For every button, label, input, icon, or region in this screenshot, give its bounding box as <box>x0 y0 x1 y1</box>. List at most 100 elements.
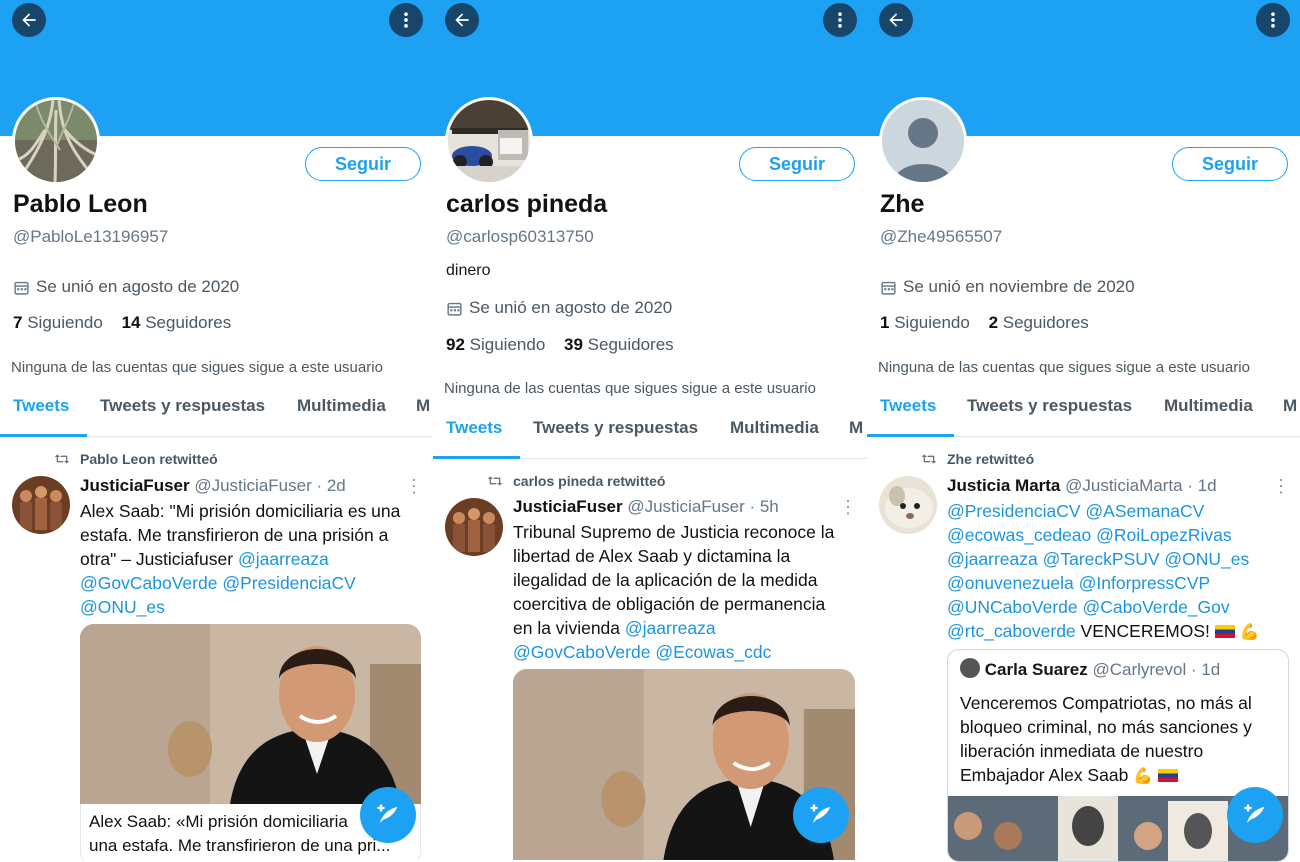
retweet-icon <box>487 476 503 486</box>
tweet-author-avatar[interactable] <box>445 498 503 556</box>
tweet-more-icon[interactable]: ⋮ <box>839 497 857 518</box>
mention-link[interactable]: @GovCaboVerde <box>80 573 217 593</box>
mention-line[interactable]: @PresidenciaCV @ASemanaCV <box>947 499 1260 523</box>
tweet-header: JusticiaFuser @JusticiaFuser · 5h <box>513 497 779 517</box>
back-button[interactable] <box>445 3 479 37</box>
profile-tabs: Tweets Tweets y respuestas Multimedia M <box>433 418 867 459</box>
tweet-author[interactable]: JusticiaFuser <box>80 476 190 495</box>
avatar[interactable] <box>12 97 100 185</box>
tweet-header: JusticiaFuser @JusticiaFuser · 2d <box>80 476 346 496</box>
venezuela-flag-icon <box>1157 769 1178 782</box>
retweet-label: carlos pineda retwitteó <box>487 473 665 489</box>
avatar[interactable] <box>445 97 533 185</box>
tab-likes[interactable]: M <box>1283 396 1297 416</box>
profile-panel-pablo-leon: Seguir Pablo Leon @PabloLe13196957 Se un… <box>0 0 433 860</box>
followers-label: Seguidores <box>587 335 674 354</box>
tab-likes[interactable]: M <box>849 418 863 438</box>
tab-tweets[interactable]: Tweets <box>446 418 502 438</box>
joined-text: Se unió en agosto de 2020 <box>36 277 240 296</box>
tab-media[interactable]: Multimedia <box>730 418 819 438</box>
mention-link[interactable]: @GovCaboVerde <box>513 642 650 662</box>
mention-link[interactable]: @Ecowas_cdc <box>655 642 771 662</box>
following-link[interactable]: 92 Siguiendo <box>446 335 545 354</box>
tab-tweets-and-replies[interactable]: Tweets y respuestas <box>533 418 698 438</box>
mention-line[interactable]: @onuvenezuela @InforpressCVP <box>947 571 1260 595</box>
back-arrow-icon <box>455 13 469 27</box>
retweet-label-text: Pablo Leon retwitteó <box>80 451 218 467</box>
default-avatar-icon <box>882 100 964 182</box>
tweet-line: otra" – Justiciafuser <box>80 549 234 569</box>
tab-likes[interactable]: M <box>416 396 430 416</box>
tab-tweets[interactable]: Tweets <box>880 396 936 416</box>
tab-tweets[interactable]: Tweets <box>13 396 69 416</box>
quoted-line: Embajador Alex Saab <box>960 765 1129 785</box>
calendar-icon <box>14 281 29 295</box>
tweet-author-avatar[interactable] <box>12 476 70 534</box>
tab-tweets-and-replies[interactable]: Tweets y respuestas <box>100 396 265 416</box>
followers-link[interactable]: 39 Seguidores <box>564 335 674 354</box>
tweet-line: estafa. Me transfirieron de una prisión … <box>80 525 389 545</box>
compose-tweet-button[interactable] <box>793 787 849 843</box>
follow-button[interactable]: Seguir <box>739 147 855 181</box>
compose-tweet-button[interactable] <box>1227 787 1283 843</box>
more-options-button[interactable] <box>1256 3 1290 37</box>
tab-media[interactable]: Multimedia <box>1164 396 1253 416</box>
tweet-media-image[interactable] <box>80 624 421 804</box>
mention-link[interactable]: @ONU_es <box>80 597 165 617</box>
venezuela-flag-icon <box>1214 625 1235 638</box>
profile-panel-carlos-pineda: Seguir carlos pineda @carlosp60313750 di… <box>433 0 867 860</box>
tweet-author-avatar[interactable] <box>879 476 937 534</box>
tab-tweets-and-replies[interactable]: Tweets y respuestas <box>967 396 1132 416</box>
tweet-more-icon[interactable]: ⋮ <box>1272 476 1290 497</box>
follow-button[interactable]: Seguir <box>305 147 421 181</box>
tweet-more-icon[interactable]: ⋮ <box>405 476 423 497</box>
compose-tweet-button[interactable] <box>360 787 416 843</box>
back-button[interactable] <box>12 3 46 37</box>
tab-media[interactable]: Multimedia <box>297 396 386 416</box>
tweet-line: Alex Saab: "Mi prisión domiciliaria es u… <box>80 501 401 521</box>
mention-line[interactable]: @ecowas_cedeao @RoiLopezRivas <box>947 523 1260 547</box>
retweet-label: Pablo Leon retwitteó <box>54 451 218 467</box>
followers-link[interactable]: 2 Seguidores <box>989 313 1089 332</box>
tweet-author[interactable]: JusticiaFuser <box>513 497 623 516</box>
joined-text: Se unió en agosto de 2020 <box>469 298 673 317</box>
mention-line[interactable]: @UNCaboVerde @CaboVerde_Gov <box>947 595 1260 619</box>
calendar-icon <box>447 302 462 316</box>
compose-tweet-icon <box>377 804 398 824</box>
tweet-line: VENCEREMOS! <box>1080 621 1210 641</box>
following-label: Siguiendo <box>27 313 103 332</box>
following-link[interactable]: 7 Siguiendo <box>13 313 103 332</box>
more-vertical-icon <box>838 12 842 28</box>
mention-line[interactable]: @jaarreaza @TareckPSUV @ONU_es <box>947 547 1260 571</box>
profile-tabs: Tweets Tweets y respuestas Multimedia M <box>0 396 433 437</box>
back-arrow-icon <box>889 13 903 27</box>
follow-stats: 92 Siguiendo 39 Seguidores <box>446 335 674 355</box>
profile-handle: @Zhe49565507 <box>880 227 1003 246</box>
tweet-meta: @JusticiaMarta · 1d <box>1065 476 1217 495</box>
follow-stats: 7 Siguiendo 14 Seguidores <box>13 313 231 333</box>
mention-link[interactable]: @PresidenciaCV <box>222 573 356 593</box>
more-vertical-icon <box>404 12 408 28</box>
mention-link[interactable]: @jaarreaza <box>625 618 716 638</box>
followers-link[interactable]: 14 Seguidores <box>122 313 232 332</box>
follow-button[interactable]: Seguir <box>1172 147 1288 181</box>
mutual-follow-note: Ninguna de las cuentas que sigues sigue … <box>444 380 816 397</box>
retweet-icon <box>921 454 937 464</box>
profile-name: Zhe <box>880 190 925 218</box>
avatar[interactable] <box>879 97 967 185</box>
compose-tweet-icon <box>810 804 831 824</box>
more-options-button[interactable] <box>823 3 857 37</box>
mention-link[interactable]: @jaarreaza <box>238 549 329 569</box>
tweet-author[interactable]: Justicia Marta <box>947 476 1060 495</box>
more-options-button[interactable] <box>389 3 423 37</box>
followers-count: 39 <box>564 335 583 354</box>
joined-date: Se unió en agosto de 2020 <box>446 298 672 318</box>
active-tab-indicator <box>867 434 954 437</box>
back-button[interactable] <box>879 3 913 37</box>
following-link[interactable]: 1 Siguiendo <box>880 313 970 332</box>
retweet-icon <box>54 454 70 464</box>
mutual-follow-note: Ninguna de las cuentas que sigues sigue … <box>11 359 383 376</box>
mention-link[interactable]: @rtc_caboverde <box>947 621 1076 641</box>
quoted-author-avatar <box>960 658 980 678</box>
followers-count: 2 <box>988 313 999 332</box>
